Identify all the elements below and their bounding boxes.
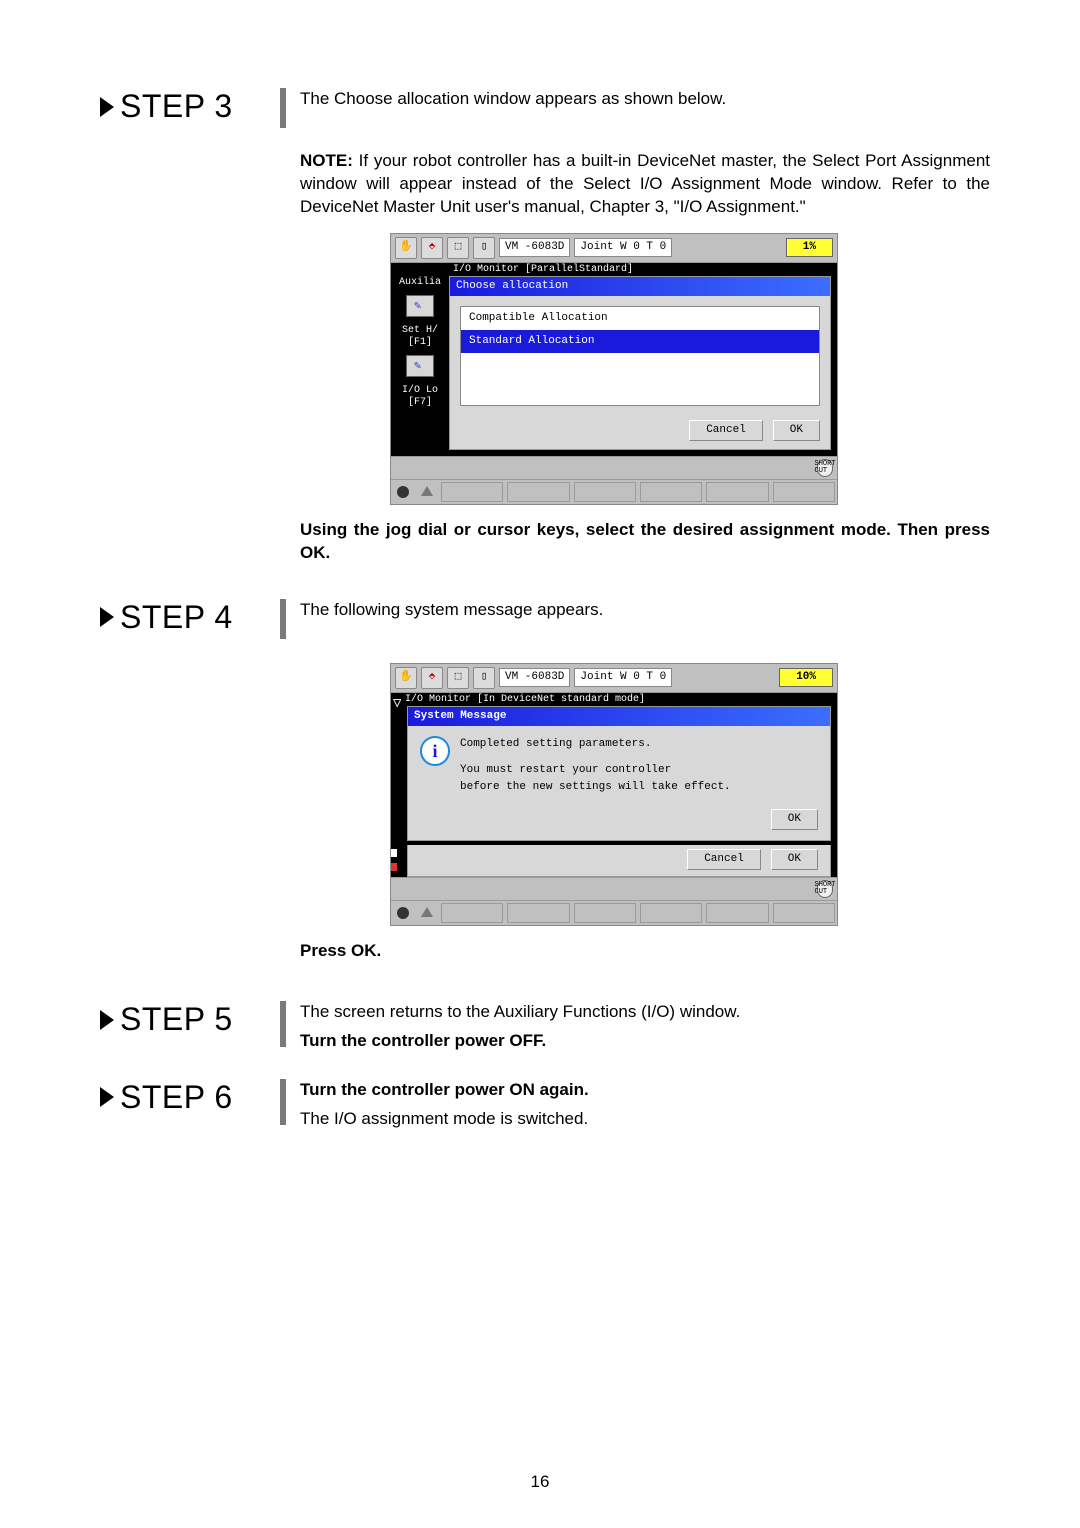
- io-monitor-title: I/O Monitor [In DeviceNet standard mode]: [401, 693, 837, 707]
- fkey[interactable]: [507, 903, 569, 923]
- step-6-content: Turn the controller power ON again. The …: [300, 1079, 990, 1137]
- ok-button[interactable]: OK: [771, 849, 818, 870]
- system-message-text: Completed setting parameters. You must r…: [460, 736, 731, 796]
- step-divider: [280, 1079, 286, 1125]
- pencil-icon[interactable]: [406, 295, 434, 317]
- step-6-line-1: Turn the controller power ON again.: [300, 1079, 990, 1102]
- step-4-press-ok: Press OK.: [300, 940, 990, 963]
- step-4-label: STEP 4: [100, 599, 280, 636]
- step-5-content: The screen returns to the Auxiliary Func…: [300, 1001, 990, 1059]
- step-3-note: NOTE: If your robot controller has a bui…: [300, 150, 990, 219]
- cancel-button[interactable]: Cancel: [689, 420, 763, 441]
- vm-field: VM -6083D: [499, 238, 570, 257]
- marker-red: [391, 863, 397, 871]
- pencil-icon[interactable]: [406, 355, 434, 377]
- fkey[interactable]: [773, 482, 835, 502]
- step-3-content: The Choose allocation window appears as …: [300, 88, 990, 117]
- fkey[interactable]: [574, 903, 636, 923]
- io-monitor-title: I/O Monitor [ParallelStandard]: [449, 263, 837, 277]
- ok-button[interactable]: OK: [773, 420, 820, 441]
- step-3-instruction: Using the jog dial or cursor keys, selec…: [300, 519, 990, 565]
- cube-icon[interactable]: ⬚: [447, 667, 469, 689]
- step-4-content: The following system message appears.: [300, 599, 990, 628]
- triangle-icon: [100, 607, 114, 627]
- step-6-line-2: The I/O assignment mode is switched.: [300, 1108, 990, 1131]
- pendant-leftmargin: ▽: [391, 693, 401, 878]
- window-title: System Message: [408, 707, 830, 726]
- step-label-text: STEP 4: [120, 599, 233, 636]
- hand-icon[interactable]: ✋: [395, 237, 417, 259]
- triangle-icon: [100, 1087, 114, 1107]
- circle-icon: [397, 907, 409, 919]
- fkey[interactable]: [441, 482, 503, 502]
- joint-field: Joint W 0 T 0: [574, 668, 672, 687]
- step-5-line-1: The screen returns to the Auxiliary Func…: [300, 1001, 990, 1024]
- triangle-icon: [100, 1010, 114, 1030]
- step-5-label: STEP 5: [100, 1001, 280, 1038]
- robot-icon[interactable]: ⬘: [421, 237, 443, 259]
- cancel-button[interactable]: Cancel: [687, 849, 761, 870]
- footer-keys: [391, 479, 837, 504]
- system-message-window: System Message i Completed setting param…: [407, 706, 831, 841]
- step-divider: [280, 88, 286, 128]
- battery-indicator: 1%: [786, 238, 833, 257]
- msg-line-3: before the new settings will take effect…: [460, 779, 731, 796]
- pendant-topbar: ✋ ⬘ ⬚ ▯ VM -6083D Joint W 0 T 0 10%: [391, 664, 837, 693]
- note-lead: NOTE:: [300, 151, 353, 170]
- step-3-label: STEP 3: [100, 88, 280, 125]
- note-body: If your robot controller has a built-in …: [300, 151, 990, 216]
- option-compatible[interactable]: Compatible Allocation: [461, 307, 819, 330]
- step-label-text: STEP 6: [120, 1079, 233, 1116]
- step-divider: [280, 1001, 286, 1047]
- fkey[interactable]: [706, 903, 768, 923]
- lower-button-row: Cancel OK: [407, 845, 831, 877]
- fkey[interactable]: [706, 482, 768, 502]
- vm-field: VM -6083D: [499, 668, 570, 687]
- cube-icon[interactable]: ⬚: [447, 237, 469, 259]
- fkey[interactable]: [574, 482, 636, 502]
- side-io-label: I/O Lo [F7]: [395, 385, 445, 409]
- circle-icon: [397, 486, 409, 498]
- fkey[interactable]: [507, 482, 569, 502]
- joint-field: Joint W 0 T 0: [574, 238, 672, 257]
- triangle-up-icon: [421, 486, 433, 496]
- msg-line-2: You must restart your controller: [460, 762, 731, 779]
- page-number: 16: [531, 1472, 550, 1492]
- doc-icon[interactable]: ▯: [473, 237, 495, 259]
- robot-icon[interactable]: ⬘: [421, 667, 443, 689]
- pendant-side: Auxilia Set H/ [F1] I/O Lo [F7]: [391, 263, 449, 456]
- hand-icon[interactable]: ✋: [395, 667, 417, 689]
- step-label-text: STEP 5: [120, 1001, 233, 1038]
- doc-icon[interactable]: ▯: [473, 667, 495, 689]
- fkey[interactable]: [640, 482, 702, 502]
- side-aux-label: Auxilia: [395, 277, 445, 289]
- pendant-screenshot-1: ✋ ⬘ ⬚ ▯ VM -6083D Joint W 0 T 0 1% Auxil…: [390, 233, 990, 505]
- choose-allocation-window: Choose allocation Compatible Allocation …: [449, 276, 831, 449]
- step-4-intro: The following system message appears.: [300, 599, 990, 622]
- fkey[interactable]: [773, 903, 835, 923]
- footer-keys: [391, 900, 837, 925]
- step-divider: [280, 599, 286, 639]
- step-3-intro: The Choose allocation window appears as …: [300, 88, 990, 111]
- step-label-text: STEP 3: [120, 88, 233, 125]
- step-5-line-2: Turn the controller power OFF.: [300, 1030, 990, 1053]
- fkey[interactable]: [640, 903, 702, 923]
- ok-button[interactable]: OK: [771, 809, 818, 830]
- pendant-topbar: ✋ ⬘ ⬚ ▯ VM -6083D Joint W 0 T 0 1%: [391, 234, 837, 263]
- msg-line-1: Completed setting parameters.: [460, 736, 731, 753]
- marker-white: [391, 849, 397, 857]
- side-set-label: Set H/ [F1]: [395, 325, 445, 349]
- fkey[interactable]: [441, 903, 503, 923]
- step-6-label: STEP 6: [100, 1079, 280, 1116]
- triangle-up-icon: [421, 907, 433, 917]
- down-triangle-icon: ▽: [391, 693, 401, 716]
- info-icon: i: [420, 736, 450, 766]
- shortcut-button[interactable]: SHORT CUT: [817, 880, 833, 898]
- pendant-screenshot-2: ✋ ⬘ ⬚ ▯ VM -6083D Joint W 0 T 0 10% ▽: [390, 663, 990, 927]
- shortcut-button[interactable]: SHORT CUT: [817, 459, 833, 477]
- battery-indicator: 10%: [779, 668, 833, 687]
- window-title: Choose allocation: [450, 277, 830, 296]
- option-standard[interactable]: Standard Allocation: [461, 330, 819, 353]
- triangle-icon: [100, 97, 114, 117]
